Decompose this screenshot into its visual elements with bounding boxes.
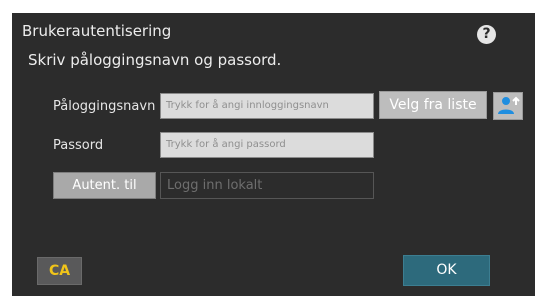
help-icon[interactable]: ?: [477, 25, 496, 44]
authenticate-to-value: Logg inn lokalt: [160, 172, 374, 199]
ok-button[interactable]: OK: [403, 255, 490, 286]
user-select-button[interactable]: [493, 92, 523, 120]
ca-button[interactable]: CA: [37, 257, 82, 285]
pick-from-list-button[interactable]: Velg fra liste: [379, 91, 487, 119]
password-label: Passord: [53, 138, 104, 153]
login-name-input[interactable]: Trykk for å angi innloggingsnavn: [160, 93, 374, 119]
login-name-label: Påloggingsnavn: [53, 99, 156, 114]
authenticate-to-button[interactable]: Autent. til: [53, 172, 156, 199]
user-select-icon: [498, 96, 520, 114]
authentication-dialog: Brukerautentisering ? Skriv påloggingsna…: [12, 13, 535, 296]
dialog-title: Brukerautentisering: [22, 22, 172, 40]
instruction-text: Skriv påloggingsnavn og passord.: [28, 51, 282, 69]
password-input[interactable]: Trykk for å angi passord: [160, 132, 374, 158]
